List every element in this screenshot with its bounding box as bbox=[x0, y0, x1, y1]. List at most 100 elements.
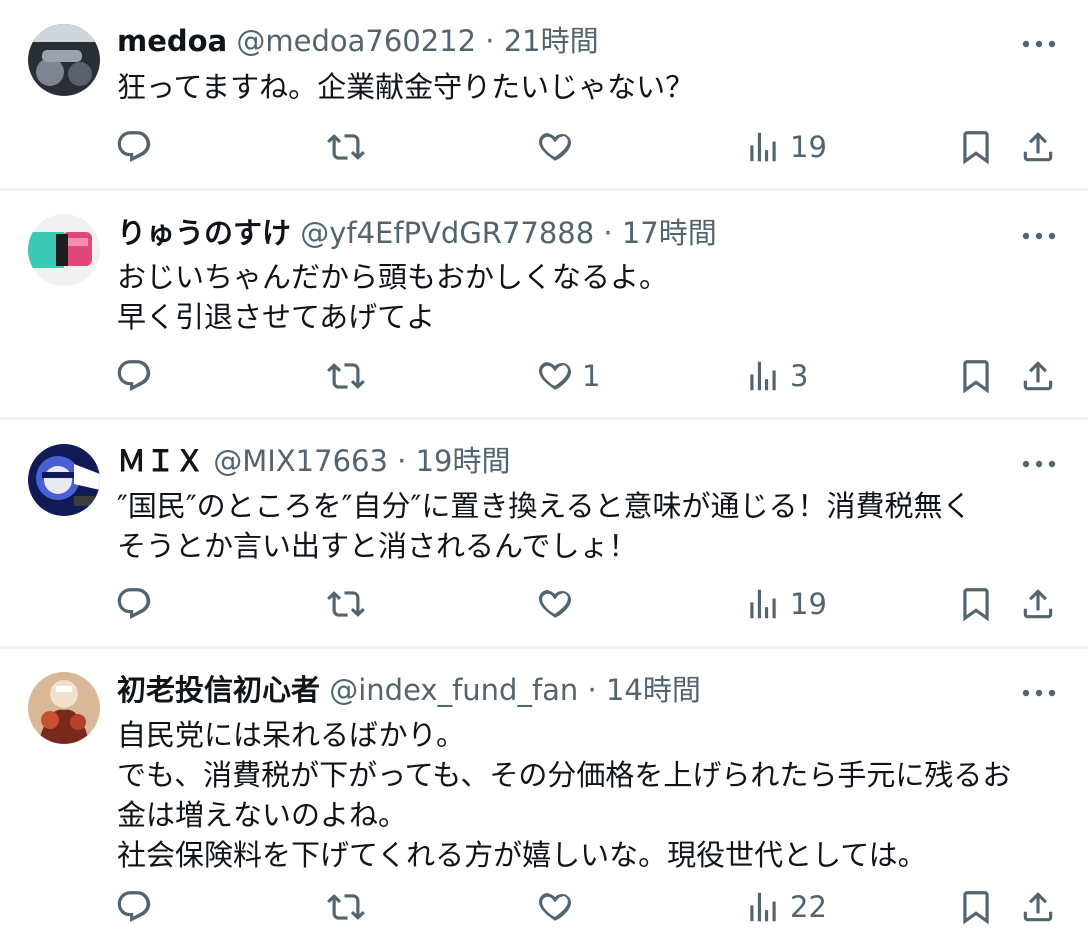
more-icon bbox=[1022, 232, 1056, 240]
tweet-text-line: 狂ってますね。企業献金守りたいじゃない？ bbox=[117, 70, 695, 104]
share-button[interactable] bbox=[1019, 887, 1057, 927]
action-bar: 19 bbox=[0, 127, 1088, 167]
user-handle[interactable]: @MIX17663 bbox=[213, 444, 388, 478]
share-icon bbox=[1023, 132, 1053, 162]
retweet-icon bbox=[327, 134, 365, 160]
retweet-button[interactable] bbox=[327, 584, 365, 624]
views-button[interactable]: 19 bbox=[744, 127, 827, 167]
tweet-text-line: おじいちゃんだから頭もおかしくなるよ。 bbox=[117, 260, 669, 294]
more-icon bbox=[1022, 40, 1056, 48]
retweet-button[interactable] bbox=[327, 127, 365, 167]
reply-icon bbox=[117, 131, 151, 163]
timestamp[interactable]: 14時間 bbox=[606, 673, 701, 707]
views-icon bbox=[750, 361, 776, 391]
more-button[interactable] bbox=[1017, 29, 1061, 59]
retweet-icon bbox=[327, 591, 365, 617]
bookmark-button[interactable] bbox=[957, 356, 995, 396]
views-icon bbox=[750, 589, 776, 619]
action-bar: 19 bbox=[0, 584, 1088, 624]
share-button[interactable] bbox=[1019, 127, 1057, 167]
display-name[interactable]: medoa bbox=[117, 24, 227, 58]
reply-icon bbox=[117, 891, 151, 923]
retweet-button[interactable] bbox=[327, 887, 365, 927]
tweet-text-line: 自民党には呆れるばかり。 bbox=[117, 718, 466, 752]
bookmark-icon bbox=[963, 891, 989, 925]
tweet-text-line: でも、消費税が下がっても、その分価格を上げられたら手元に残るお bbox=[117, 758, 1012, 792]
reply-icon bbox=[117, 360, 151, 392]
tweet[interactable]: 初老投信初心者 @index_fund_fan · 14時間 自民党には呆れるば… bbox=[0, 649, 1088, 942]
more-button[interactable] bbox=[1017, 678, 1061, 708]
bookmark-icon bbox=[963, 131, 989, 165]
display-name[interactable]: 初老投信初心者 bbox=[117, 673, 320, 707]
heart-icon bbox=[539, 362, 571, 390]
separator: · bbox=[603, 216, 613, 250]
timestamp[interactable]: 19時間 bbox=[416, 444, 511, 478]
like-button[interactable] bbox=[536, 584, 582, 624]
like-button[interactable] bbox=[536, 127, 582, 167]
share-icon bbox=[1023, 892, 1053, 922]
tweet[interactable]: medoa @medoa760212 · 21時間 狂ってますね。企業献金守りた… bbox=[0, 0, 1088, 188]
heart-icon bbox=[539, 133, 571, 161]
timestamp[interactable]: 17時間 bbox=[622, 216, 717, 250]
user-handle[interactable]: @index_fund_fan bbox=[329, 673, 578, 707]
tweet[interactable]: ＭＩＸ @MIX17663 · 19時間 ″国民″のところを″自分″に置き換える… bbox=[0, 420, 1088, 646]
tweet-header: medoa @medoa760212 · 21時間 bbox=[117, 21, 599, 61]
action-bar: 22 bbox=[0, 887, 1088, 927]
retweet-icon bbox=[327, 894, 365, 920]
like-button[interactable]: 1 bbox=[536, 356, 600, 396]
more-button[interactable] bbox=[1017, 449, 1061, 479]
like-button[interactable] bbox=[536, 887, 582, 927]
tweet-text-line: そうとか言い出すと消されるんでしょ！ bbox=[117, 529, 638, 563]
tweet-text: 自民党には呆れるばかり。 でも、消費税が下がっても、その分価格を上げられたら手元… bbox=[117, 715, 1072, 875]
more-button[interactable] bbox=[1017, 221, 1061, 251]
tweet-text-line: ″国民″のところを″自分″に置き換えると意味が通じる！消費税無く bbox=[117, 489, 972, 523]
bookmark-button[interactable] bbox=[957, 887, 995, 927]
reply-icon bbox=[117, 588, 151, 620]
display-name[interactable]: りゅうのすけ bbox=[117, 216, 291, 250]
reply-feed: medoa @medoa760212 · 21時間 狂ってますね。企業献金守りた… bbox=[0, 0, 1088, 942]
like-count: 1 bbox=[582, 359, 601, 393]
view-count: 22 bbox=[790, 890, 827, 924]
tweet-header: 初老投信初心者 @index_fund_fan · 14時間 bbox=[117, 670, 701, 710]
retweet-button[interactable] bbox=[327, 356, 365, 396]
bookmark-icon bbox=[963, 588, 989, 622]
avatar[interactable] bbox=[28, 672, 100, 744]
share-icon bbox=[1023, 361, 1053, 391]
reply-button[interactable] bbox=[115, 127, 153, 167]
views-button[interactable]: 19 bbox=[744, 584, 827, 624]
display-name[interactable]: ＭＩＸ bbox=[117, 444, 204, 478]
share-button[interactable] bbox=[1019, 584, 1057, 624]
share-button[interactable] bbox=[1019, 356, 1057, 396]
views-icon bbox=[750, 892, 776, 922]
user-handle[interactable]: @medoa760212 bbox=[236, 24, 476, 58]
more-icon bbox=[1022, 460, 1056, 468]
tweet[interactable]: りゅうのすけ @yf4EfPVdGR77888 · 17時間 おじいちゃんだから… bbox=[0, 191, 1088, 417]
views-button[interactable]: 22 bbox=[744, 887, 827, 927]
view-count: 19 bbox=[790, 587, 827, 621]
separator: · bbox=[397, 444, 407, 478]
share-icon bbox=[1023, 589, 1053, 619]
timestamp[interactable]: 21時間 bbox=[504, 24, 599, 58]
tweet-text: 狂ってますね。企業献金守りたいじゃない？ bbox=[117, 67, 1072, 107]
reply-button[interactable] bbox=[115, 887, 153, 927]
user-handle[interactable]: @yf4EfPVdGR77888 bbox=[300, 216, 594, 250]
bookmark-button[interactable] bbox=[957, 584, 995, 624]
views-button[interactable]: 3 bbox=[744, 356, 808, 396]
view-count: 19 bbox=[790, 130, 827, 164]
avatar[interactable] bbox=[28, 24, 100, 96]
separator: · bbox=[485, 24, 495, 58]
retweet-icon bbox=[327, 363, 365, 389]
bookmark-icon bbox=[963, 360, 989, 394]
bookmark-button[interactable] bbox=[957, 127, 995, 167]
heart-icon bbox=[539, 893, 571, 921]
reply-button[interactable] bbox=[115, 584, 153, 624]
tweet-text: ″国民″のところを″自分″に置き換えると意味が通じる！消費税無く そうとか言い出… bbox=[117, 486, 1072, 566]
avatar[interactable] bbox=[28, 214, 100, 286]
reply-button[interactable] bbox=[115, 356, 153, 396]
tweet-header: ＭＩＸ @MIX17663 · 19時間 bbox=[117, 441, 511, 481]
tweet-text-line: 早く引退させてあげてよ bbox=[117, 300, 436, 334]
tweet-text: おじいちゃんだから頭もおかしくなるよ。 早く引退させてあげてよ bbox=[117, 257, 1072, 337]
avatar[interactable] bbox=[28, 444, 100, 516]
separator: · bbox=[587, 673, 597, 707]
view-count: 3 bbox=[790, 359, 809, 393]
